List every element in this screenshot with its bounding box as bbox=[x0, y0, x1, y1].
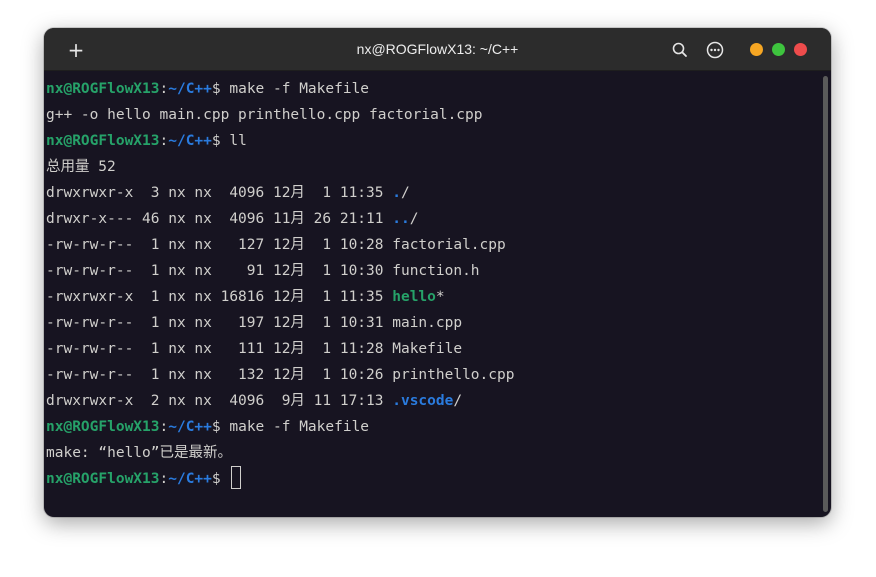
output-line: g++ -o hello main.cpp printhello.cpp fac… bbox=[46, 107, 483, 123]
prompt-path: ~/C++ bbox=[168, 133, 212, 149]
search-icon[interactable] bbox=[670, 40, 690, 60]
prompt-path: ~/C++ bbox=[168, 81, 212, 97]
prompt-line: nx@ROGFlowX13:~/C++$ bbox=[46, 466, 242, 492]
prompt-user: nx@ROGFlowX13 bbox=[46, 471, 160, 487]
maximize-dot-icon[interactable] bbox=[772, 43, 785, 56]
terminal-output[interactable]: nx@ROGFlowX13:~/C++$ make -f Makefile g+… bbox=[46, 76, 816, 512]
prompt-line: nx@ROGFlowX13:~/C++$ make -f Makefile bbox=[46, 81, 370, 97]
file-name: factorial.cpp bbox=[392, 237, 506, 253]
prompt-line: nx@ROGFlowX13:~/C++$ ll bbox=[46, 133, 247, 149]
prompt-line: nx@ROGFlowX13:~/C++$ make -f Makefile bbox=[46, 419, 370, 435]
file-name: Makefile bbox=[392, 341, 463, 357]
prompt-user: nx@ROGFlowX13 bbox=[46, 133, 160, 149]
close-dot-icon[interactable] bbox=[794, 43, 807, 56]
listing-row: drwxr-x--- 46 nx nx 4096 11月 26 21:11 ..… bbox=[46, 211, 419, 227]
listing-row: -rw-rw-r-- 1 nx nx 197 12月 1 10:31 main.… bbox=[46, 315, 463, 331]
terminal-window: + nx@ROGFlowX13: ~/C++ nx@ROGFlowX13:~/C… bbox=[44, 28, 831, 517]
listing-row: -rw-rw-r-- 1 nx nx 132 12月 1 10:26 print… bbox=[46, 367, 515, 383]
prompt-path: ~/C++ bbox=[168, 419, 212, 435]
file-name: .vscode bbox=[392, 393, 454, 409]
listing-row: drwxrwxr-x 2 nx nx 4096 9月 11 17:13 .vsc… bbox=[46, 393, 463, 409]
output-line: 总用量 52 bbox=[46, 159, 116, 175]
file-name: function.h bbox=[392, 263, 480, 279]
file-name: . bbox=[392, 185, 401, 201]
file-name: printhello.cpp bbox=[392, 367, 515, 383]
file-name: .. bbox=[392, 211, 410, 227]
minimize-dot-icon[interactable] bbox=[750, 43, 763, 56]
text-cursor[interactable] bbox=[231, 466, 242, 489]
prompt-path: ~/C++ bbox=[168, 471, 212, 487]
listing-row: -rw-rw-r-- 1 nx nx 127 12月 1 10:28 facto… bbox=[46, 237, 506, 253]
listing-row: -rw-rw-r-- 1 nx nx 111 12月 1 11:28 Makef… bbox=[46, 341, 463, 357]
plus-icon[interactable]: + bbox=[62, 38, 90, 62]
listing-row: drwxrwxr-x 3 nx nx 4096 12月 1 11:35 ./ bbox=[46, 185, 410, 201]
file-name: main.cpp bbox=[392, 315, 463, 331]
prompt-user: nx@ROGFlowX13 bbox=[46, 419, 160, 435]
command-text: make -f Makefile bbox=[229, 419, 370, 435]
prompt-user: nx@ROGFlowX13 bbox=[46, 81, 160, 97]
listing-row: -rw-rw-r-- 1 nx nx 91 12月 1 10:30 functi… bbox=[46, 263, 480, 279]
listing-row: -rwxrwxr-x 1 nx nx 16816 12月 1 11:35 hel… bbox=[46, 289, 445, 305]
file-name: hello bbox=[392, 289, 436, 305]
ellipsis-menu-icon[interactable] bbox=[705, 40, 725, 60]
command-text: make -f Makefile bbox=[229, 81, 370, 97]
output-line: make: “hello”已是最新。 bbox=[46, 445, 232, 461]
command-text: ll bbox=[229, 133, 247, 149]
scrollbar[interactable] bbox=[823, 76, 828, 512]
title-bar: + nx@ROGFlowX13: ~/C++ bbox=[44, 28, 831, 71]
